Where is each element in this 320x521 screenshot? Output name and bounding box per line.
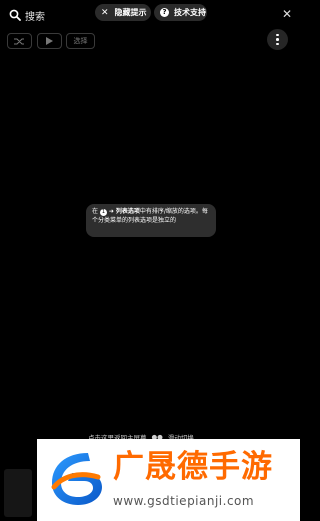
step-number-icon: 1 bbox=[99, 209, 107, 216]
more-options-icon[interactable] bbox=[267, 29, 288, 50]
tooltip-bold: 列表选项 bbox=[115, 208, 140, 215]
hide-tips-label: 隐藏提示 bbox=[114, 8, 147, 17]
watermark-url: www.gsdtiepianji.com bbox=[113, 494, 255, 508]
close-icon: ✕ bbox=[101, 7, 109, 18]
shuffle-button[interactable] bbox=[7, 33, 32, 49]
tech-support-label: 技术支持 bbox=[174, 8, 206, 17]
select-button[interactable]: 选择 bbox=[66, 33, 95, 49]
watermark-title: 广晟德手游 bbox=[113, 449, 273, 485]
hide-tips-button[interactable]: ✕ 隐藏提示 bbox=[95, 4, 151, 21]
tooltip: 在 1 ➜ 列表选项中有排序/缩放的选项。每个分类菜单的列表选项是独立的 bbox=[86, 204, 216, 237]
help-icon: ? bbox=[160, 8, 169, 17]
arrow-icon: ➜ bbox=[108, 208, 114, 215]
brand-logo-icon bbox=[51, 453, 102, 505]
play-button[interactable] bbox=[37, 33, 62, 49]
close-search-icon[interactable]: ✕ bbox=[282, 7, 292, 21]
shuffle-icon bbox=[14, 38, 24, 44]
search-input[interactable]: 搜索 bbox=[25, 8, 45, 23]
tech-support-button[interactable]: ? 技术支持 bbox=[154, 4, 207, 21]
play-icon bbox=[46, 37, 53, 45]
bottom-panel bbox=[4, 469, 32, 517]
watermark: 广晟德手游 www.gsdtiepianji.com bbox=[37, 439, 300, 521]
search-icon[interactable] bbox=[9, 9, 21, 21]
tooltip-prefix: 在 bbox=[92, 208, 99, 215]
top-bar: 搜索 ✕ 隐藏提示 ? 技术支持 ✕ bbox=[0, 0, 300, 30]
